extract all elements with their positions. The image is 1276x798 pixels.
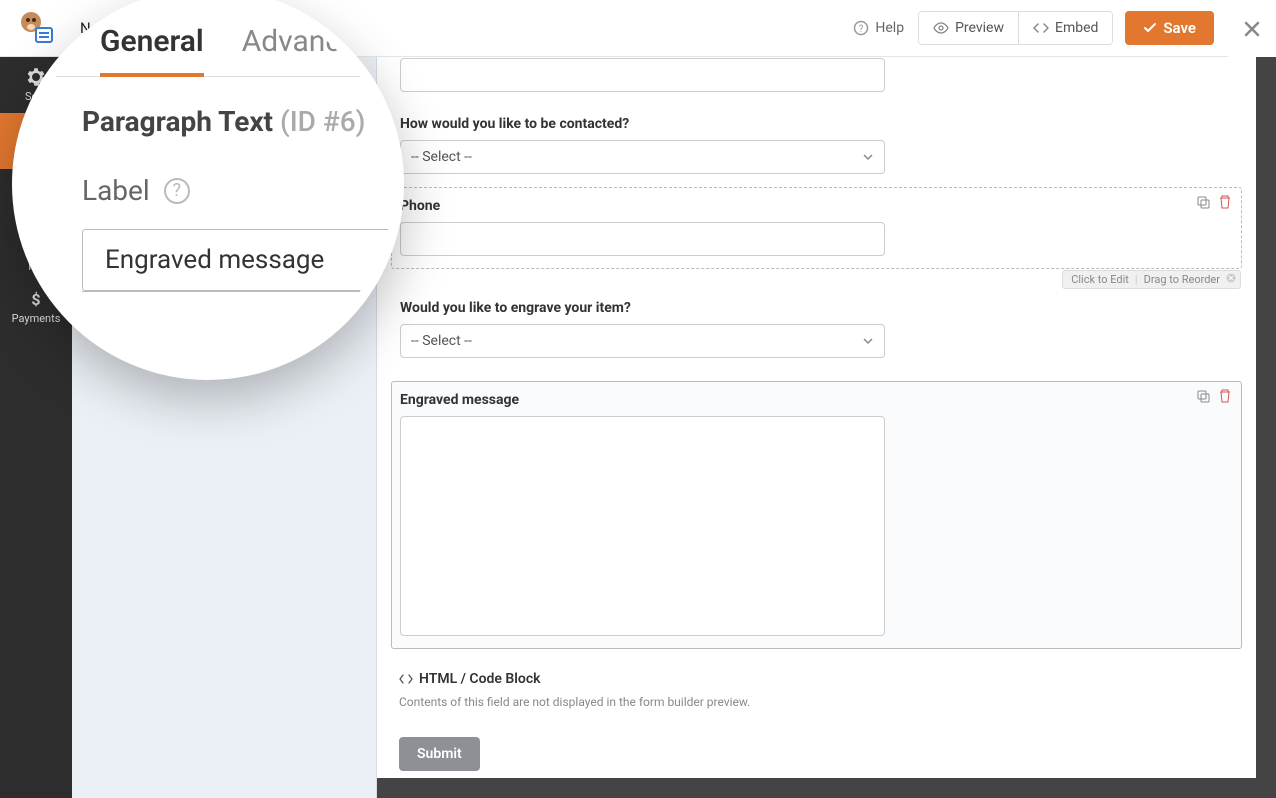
field-settings-tabs: General Advanc [22,0,394,77]
save-button[interactable]: Save [1125,11,1214,45]
code-icon [399,672,413,686]
code-icon [1033,20,1049,36]
field-name[interactable] [377,57,1256,105]
reorder-hint: Click to Edit | Drag to Reorder [1062,270,1241,289]
dismiss-hint-button[interactable] [1226,273,1236,283]
duplicate-field-button[interactable] [1195,194,1211,210]
field-phone[interactable]: Phone Click to Edit | Drag to Reorder [391,187,1242,269]
html-block-desc: Contents of this field are not displayed… [399,695,1234,709]
tab-general[interactable]: General [100,24,204,77]
preview-embed-group: Preview Embed [918,11,1113,45]
help-link[interactable]: ? Help [839,12,918,44]
save-label: Save [1163,19,1196,37]
duplicate-icon [1195,194,1211,210]
field-type-name: Paragraph Text [82,105,273,138]
field-id: (ID #6) [280,105,365,138]
engrave-select[interactable]: -- Select -- [400,324,885,358]
chevron-down-icon [862,335,874,347]
engraved-label: Engraved message [400,392,1233,408]
chevron-down-icon [862,151,874,163]
help-label: Help [875,20,904,36]
phone-input[interactable] [400,222,885,256]
label-help-icon[interactable]: ? [164,178,190,204]
engraved-textarea[interactable] [400,416,885,636]
submit-button[interactable]: Submit [399,737,480,771]
html-block-title: HTML / Code Block [419,671,541,687]
field-type-heading: Paragraph Text (ID #6) [22,77,394,138]
name-input[interactable] [400,58,885,92]
preview-button[interactable]: Preview [919,12,1018,44]
label-input[interactable]: Engraved message [82,229,394,291]
preview-label: Preview [955,20,1004,36]
svg-text:?: ? [859,24,864,35]
eye-icon [933,20,949,36]
help-icon: ? [853,20,869,36]
trash-icon [1217,388,1233,404]
top-actions: ? Help Preview Embed Save [839,11,1228,45]
embed-button[interactable]: Embed [1018,12,1112,44]
field-engrave-question[interactable]: Would you like to engrave your item? -- … [377,289,1256,371]
delete-field-button[interactable] [1217,388,1233,404]
drag-reorder-text: Drag to Reorder [1144,273,1220,286]
html-code-block-field[interactable]: HTML / Code Block Contents of this field… [399,671,1234,709]
contact-method-select[interactable]: -- Select -- [400,140,885,174]
magnifier-overlay: General Advanc Paragraph Text (ID #6) La… [12,0,404,380]
embed-label: Embed [1055,20,1098,36]
delete-field-button[interactable] [1217,194,1233,210]
contact-method-label: How would you like to be contacted? [400,116,1233,132]
click-edit-text: Click to Edit [1071,273,1129,286]
label-input-value: Engraved message [105,245,324,275]
submit-label: Submit [417,746,462,762]
engrave-q-label: Would you like to engrave your item? [400,300,1233,316]
close-icon [1243,20,1261,38]
label-caption: Label [82,174,150,207]
duplicate-field-button[interactable] [1195,388,1211,404]
tab-advanced[interactable]: Advanc [242,24,341,77]
select-value: -- Select -- [411,333,472,349]
phone-label: Phone [400,198,1233,214]
trash-icon [1217,194,1233,210]
check-icon [1143,21,1157,35]
field-engraved-message[interactable]: Engraved message [391,381,1242,649]
close-small-icon [1226,273,1236,283]
duplicate-icon [1195,388,1211,404]
select-value: -- Select -- [411,149,472,165]
close-button[interactable] [1228,0,1276,57]
field-contact-method[interactable]: How would you like to be contacted? -- S… [377,105,1256,187]
form-preview-canvas: How would you like to be contacted? -- S… [377,57,1256,778]
